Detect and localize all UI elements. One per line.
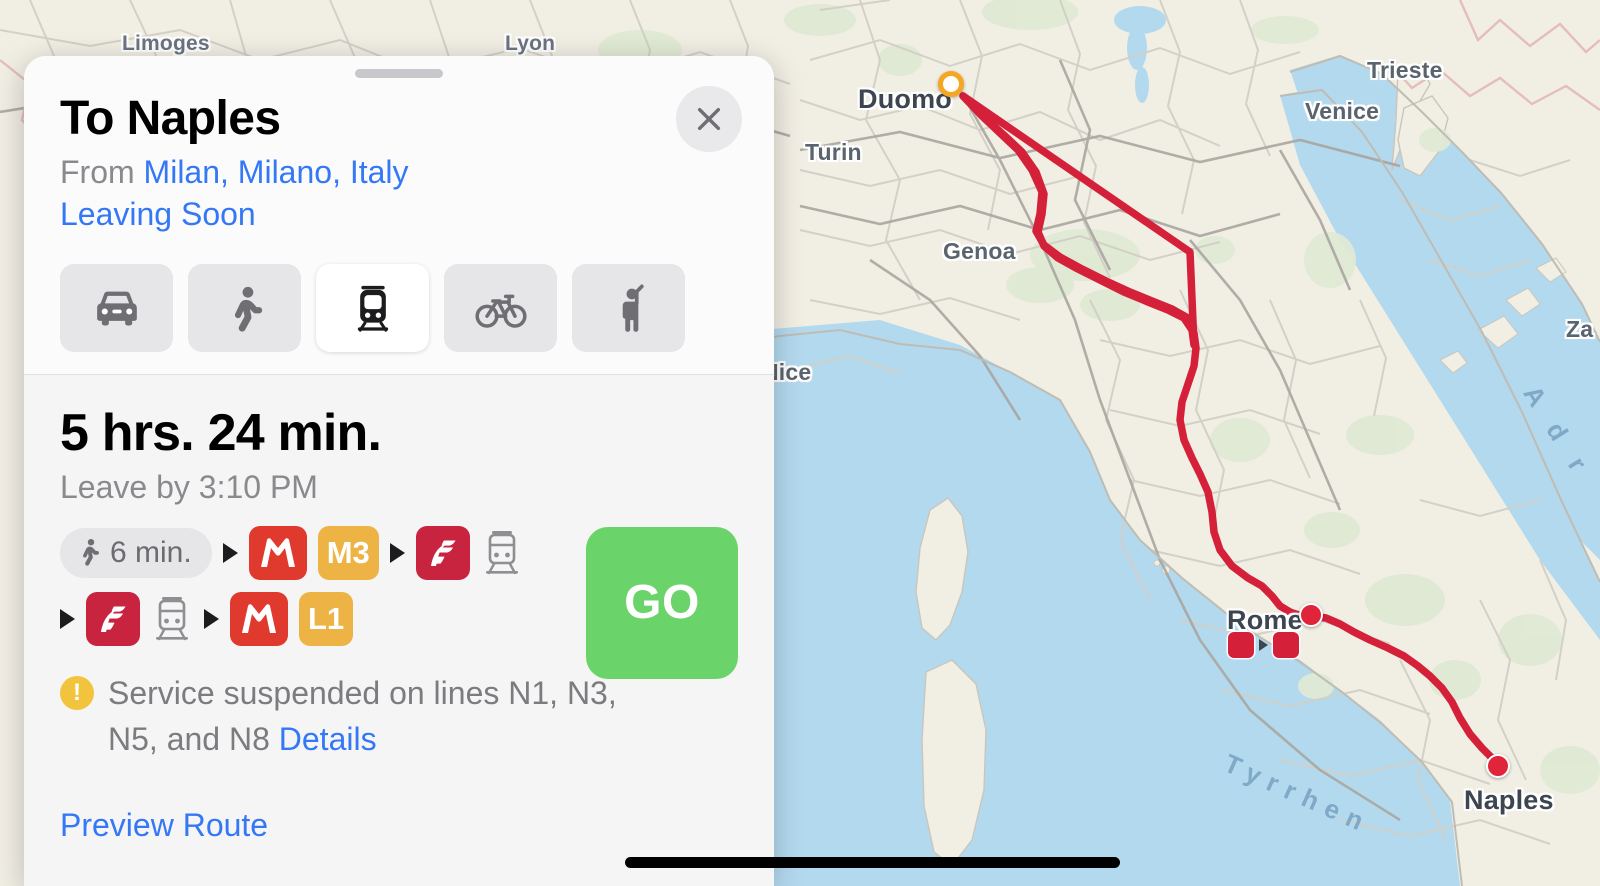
go-button[interactable]: GO [586,526,738,679]
route-summary: 5 hrs. 24 min. Leave by 3:10 PM 6 min. M… [24,374,774,886]
directions-panel: To Naples From Milan, Milano, Italy Leav… [24,56,774,886]
trenitalia-fs-icon [430,540,456,566]
fs-badge-icon [1273,632,1299,658]
walk-icon [234,286,262,332]
fs-badge [86,591,140,646]
preview-route-button[interactable]: Preview Route [60,807,268,844]
origin-line: From Milan, Milano, Italy [60,153,738,192]
trenitalia-fs-icon [101,606,126,632]
maps-app-screen: Limoges Lyon Trieste Venice Duomo Turin … [0,0,1600,886]
service-alert-text: Service suspended on lines N1, N3, N5, a… [108,670,620,763]
fs-badge [415,525,470,580]
close-icon [697,107,721,131]
car-icon [96,291,137,326]
from-prefix-label: From [60,153,144,190]
bicycle-icon [474,294,527,328]
route-leg-row: L1 [60,590,560,648]
train-icon [357,285,388,332]
route-leave-by: Leave by 3:10 PM [60,468,318,505]
leg-arrow-icon [222,542,238,563]
line-badge-m3: M3 [317,525,379,580]
mode-button-walk[interactable] [188,263,301,352]
mode-button-drive[interactable] [60,263,173,352]
mode-button-transit[interactable] [316,263,429,352]
mode-button-rideshare[interactable] [572,263,685,352]
page-title: To Naples [60,92,281,145]
panel-header: To Naples From Milan, Milano, Italy Leav… [24,56,774,374]
origin-link[interactable]: Milan, Milano, Italy [144,154,409,190]
metro-m-icon [242,604,276,633]
metro-badge-m [230,591,288,646]
walk-leg-duration: 6 min. [110,535,192,569]
walk-leg-pill: 6 min. [60,527,212,578]
alert-details-link[interactable]: Details [279,721,377,757]
close-button[interactable] [676,86,742,152]
route-legs: 6 min. M3 L1 [60,524,560,648]
transport-mode-selector [24,234,774,352]
walk-icon [83,538,99,566]
train-icon [485,530,518,575]
train-glyph-wrapper [151,594,193,644]
route-leg-row: 6 min. M3 [60,524,560,582]
train-glyph-wrapper [481,528,523,578]
leg-arrow-icon [389,542,405,563]
service-alert: ! Service suspended on lines N1, N3, N5,… [60,670,620,763]
line-badge-l1: L1 [299,591,354,646]
departure-time-button[interactable]: Leaving Soon [60,194,738,234]
train-icon [156,596,188,641]
route-duration: 5 hrs. 24 min. [60,403,382,462]
metro-m-icon [260,538,295,567]
rideshare-icon [622,284,644,332]
map-rome-transfer-badges [1228,632,1299,658]
leg-arrow-icon [204,608,219,629]
mode-button-cycle[interactable] [444,263,557,352]
leg-arrow-icon [60,608,75,629]
metro-badge-m [248,525,307,580]
warning-icon: ! [60,675,94,710]
home-indicator[interactable] [625,857,1120,868]
